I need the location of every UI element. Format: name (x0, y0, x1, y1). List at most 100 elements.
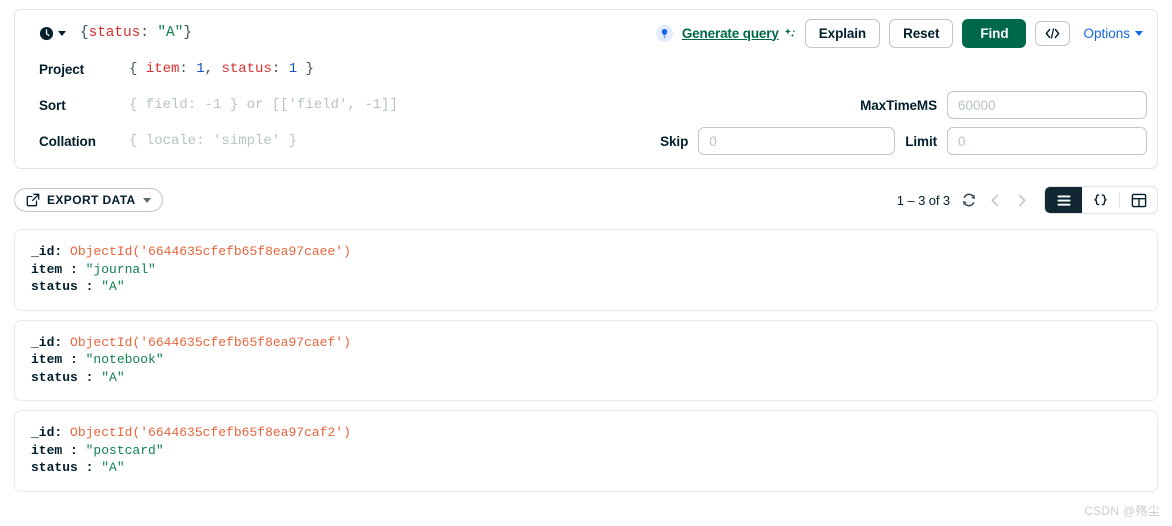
export-to-language-button[interactable] (1035, 20, 1071, 46)
field-value-id: ObjectId('6644635cfefb65f8ea97caf2') (70, 425, 351, 440)
reset-button[interactable]: Reset (889, 18, 954, 48)
sparkle-icon (784, 27, 795, 37)
document-field-id: _id: ObjectId('6644635cfefb65f8ea97caee'… (31, 243, 1141, 261)
field-value-id: ObjectId('6644635cfefb65f8ea97caee') (70, 244, 351, 259)
options-toggle[interactable]: Options (1083, 26, 1143, 41)
skip-input[interactable] (698, 127, 896, 155)
maxtimems-label: MaxTimeMS (860, 97, 937, 113)
find-button[interactable]: Find (962, 18, 1027, 48)
options-label: Options (1083, 25, 1130, 41)
field-value-item: "journal" (85, 261, 156, 277)
filter-value: "A" (157, 25, 184, 41)
field-value-status: "A" (101, 460, 125, 475)
filter-row: {status: "A"} Generate query Explain Res… (25, 18, 1147, 48)
clock-icon (39, 26, 54, 40)
project-comma: , (204, 61, 222, 77)
field-value-status: "A" (101, 369, 125, 385)
code-brackets-icon (1046, 27, 1060, 39)
document-field-status: status : "A" (31, 278, 1141, 296)
skip-label: Skip (660, 133, 689, 149)
sort-input[interactable]: { field: -1 } or [['field', -1]] (129, 97, 398, 113)
project-sep-2: : (271, 61, 289, 77)
field-key-status: status : (31, 369, 94, 385)
filter-open-brace: { (80, 25, 89, 41)
export-icon (26, 193, 40, 207)
field-key-item: item : (31, 352, 78, 367)
project-value-2: 1 (288, 61, 298, 77)
maxtimems-field: MaxTimeMS (860, 91, 1147, 119)
generate-query-label: Generate query (681, 25, 779, 41)
field-key-id: _id: (31, 244, 63, 259)
filter-colon: : (140, 25, 158, 41)
results-controls: 1 – 3 of 3 (897, 186, 1158, 214)
table-view-button[interactable] (1120, 187, 1157, 213)
project-key-2: status (221, 61, 272, 77)
refresh-icon (963, 193, 975, 207)
query-actions: Generate query Explain Reset Find Option… (655, 18, 1147, 48)
previous-page-button[interactable] (988, 193, 1003, 208)
explain-button[interactable]: Explain (804, 18, 881, 48)
view-toggle-group (1044, 186, 1158, 214)
table-row[interactable]: _id: ObjectId('6644635cfefb65f8ea97caee'… (14, 229, 1158, 311)
document-field-item: item : "notebook" (31, 351, 1141, 369)
table-row[interactable]: _id: ObjectId('6644635cfefb65f8ea97caef'… (14, 319, 1158, 401)
lightbulb-icon[interactable] (655, 24, 673, 42)
lightbulb-glyph (661, 28, 668, 38)
project-sep-1: : (179, 61, 197, 77)
field-key-item: item : (31, 442, 78, 458)
field-key-id: _id: (31, 425, 63, 440)
field-key-id: _id: (31, 334, 63, 350)
export-data-label: EXPORT DATA (47, 193, 136, 207)
document-field-id: _id: ObjectId('6644635cfefb65f8ea97caf2'… (31, 424, 1141, 442)
filter-key: status (88, 25, 141, 41)
table-icon (1131, 193, 1146, 207)
project-row: Project { item: 1, status: 1 } (25, 54, 1147, 84)
collation-row: Collation { locale: 'simple' } Skip Limi… (25, 126, 1147, 156)
field-value-item: "postcard" (85, 442, 164, 458)
field-key-item: item : (31, 261, 78, 277)
json-view-button[interactable] (1082, 187, 1119, 213)
refresh-button[interactable] (961, 192, 977, 208)
chevron-down-icon (142, 197, 151, 203)
query-history-button[interactable] (39, 26, 66, 41)
document-list: _id: ObjectId('6644635cfefb65f8ea97caee'… (14, 229, 1158, 492)
filter-close-brace: } (183, 25, 192, 41)
field-value-item: "notebook" (85, 352, 164, 367)
export-data-button[interactable]: EXPORT DATA (14, 188, 163, 212)
generate-query-button[interactable]: Generate query (682, 26, 796, 41)
table-row[interactable]: _id: ObjectId('6644635cfefb65f8ea97caf2'… (14, 410, 1158, 492)
field-value-status: "A" (101, 279, 125, 294)
limit-input[interactable] (947, 127, 1147, 155)
limit-label: Limit (905, 133, 937, 149)
chevron-down-icon (1135, 30, 1143, 36)
project-close-brace: } (297, 61, 314, 77)
chevron-down-icon (58, 30, 66, 36)
sort-label: Sort (39, 97, 66, 113)
result-count: 1 – 3 of 3 (896, 192, 950, 208)
project-open-brace: { (129, 61, 146, 77)
maxtimems-input[interactable] (947, 91, 1147, 119)
list-view-button[interactable] (1045, 187, 1082, 213)
document-field-status: status : "A" (31, 459, 1141, 477)
field-key-status: status : (31, 279, 94, 294)
document-field-status: status : "A" (31, 369, 1141, 387)
braces-icon (1094, 193, 1107, 205)
project-value-1: 1 (196, 61, 205, 77)
chevron-right-icon (1018, 194, 1026, 206)
watermark: CSDN @殇尘 (1084, 504, 1160, 518)
query-bar-panel: {status: "A"} Generate query Explain Res… (14, 9, 1158, 169)
field-value-id: ObjectId('6644635cfefb65f8ea97caef') (70, 334, 351, 350)
document-field-item: item : "journal" (31, 261, 1141, 279)
filter-input[interactable]: {status: "A"} (80, 25, 192, 41)
sort-row: Sort { field: -1 } or [['field', -1]] Ma… (25, 90, 1147, 120)
project-key-1: item (145, 61, 180, 77)
document-field-id: _id: ObjectId('6644635cfefb65f8ea97caef'… (31, 334, 1141, 352)
results-toolbar: EXPORT DATA 1 – 3 of 3 (14, 186, 1158, 214)
collation-label: Collation (39, 133, 96, 149)
next-page-button[interactable] (1014, 193, 1029, 208)
list-icon (1057, 195, 1070, 206)
project-input[interactable]: { item: 1, status: 1 } (129, 61, 314, 77)
project-label: Project (39, 61, 85, 77)
collation-input[interactable]: { locale: 'simple' } (129, 133, 297, 149)
field-key-status: status : (31, 460, 94, 475)
